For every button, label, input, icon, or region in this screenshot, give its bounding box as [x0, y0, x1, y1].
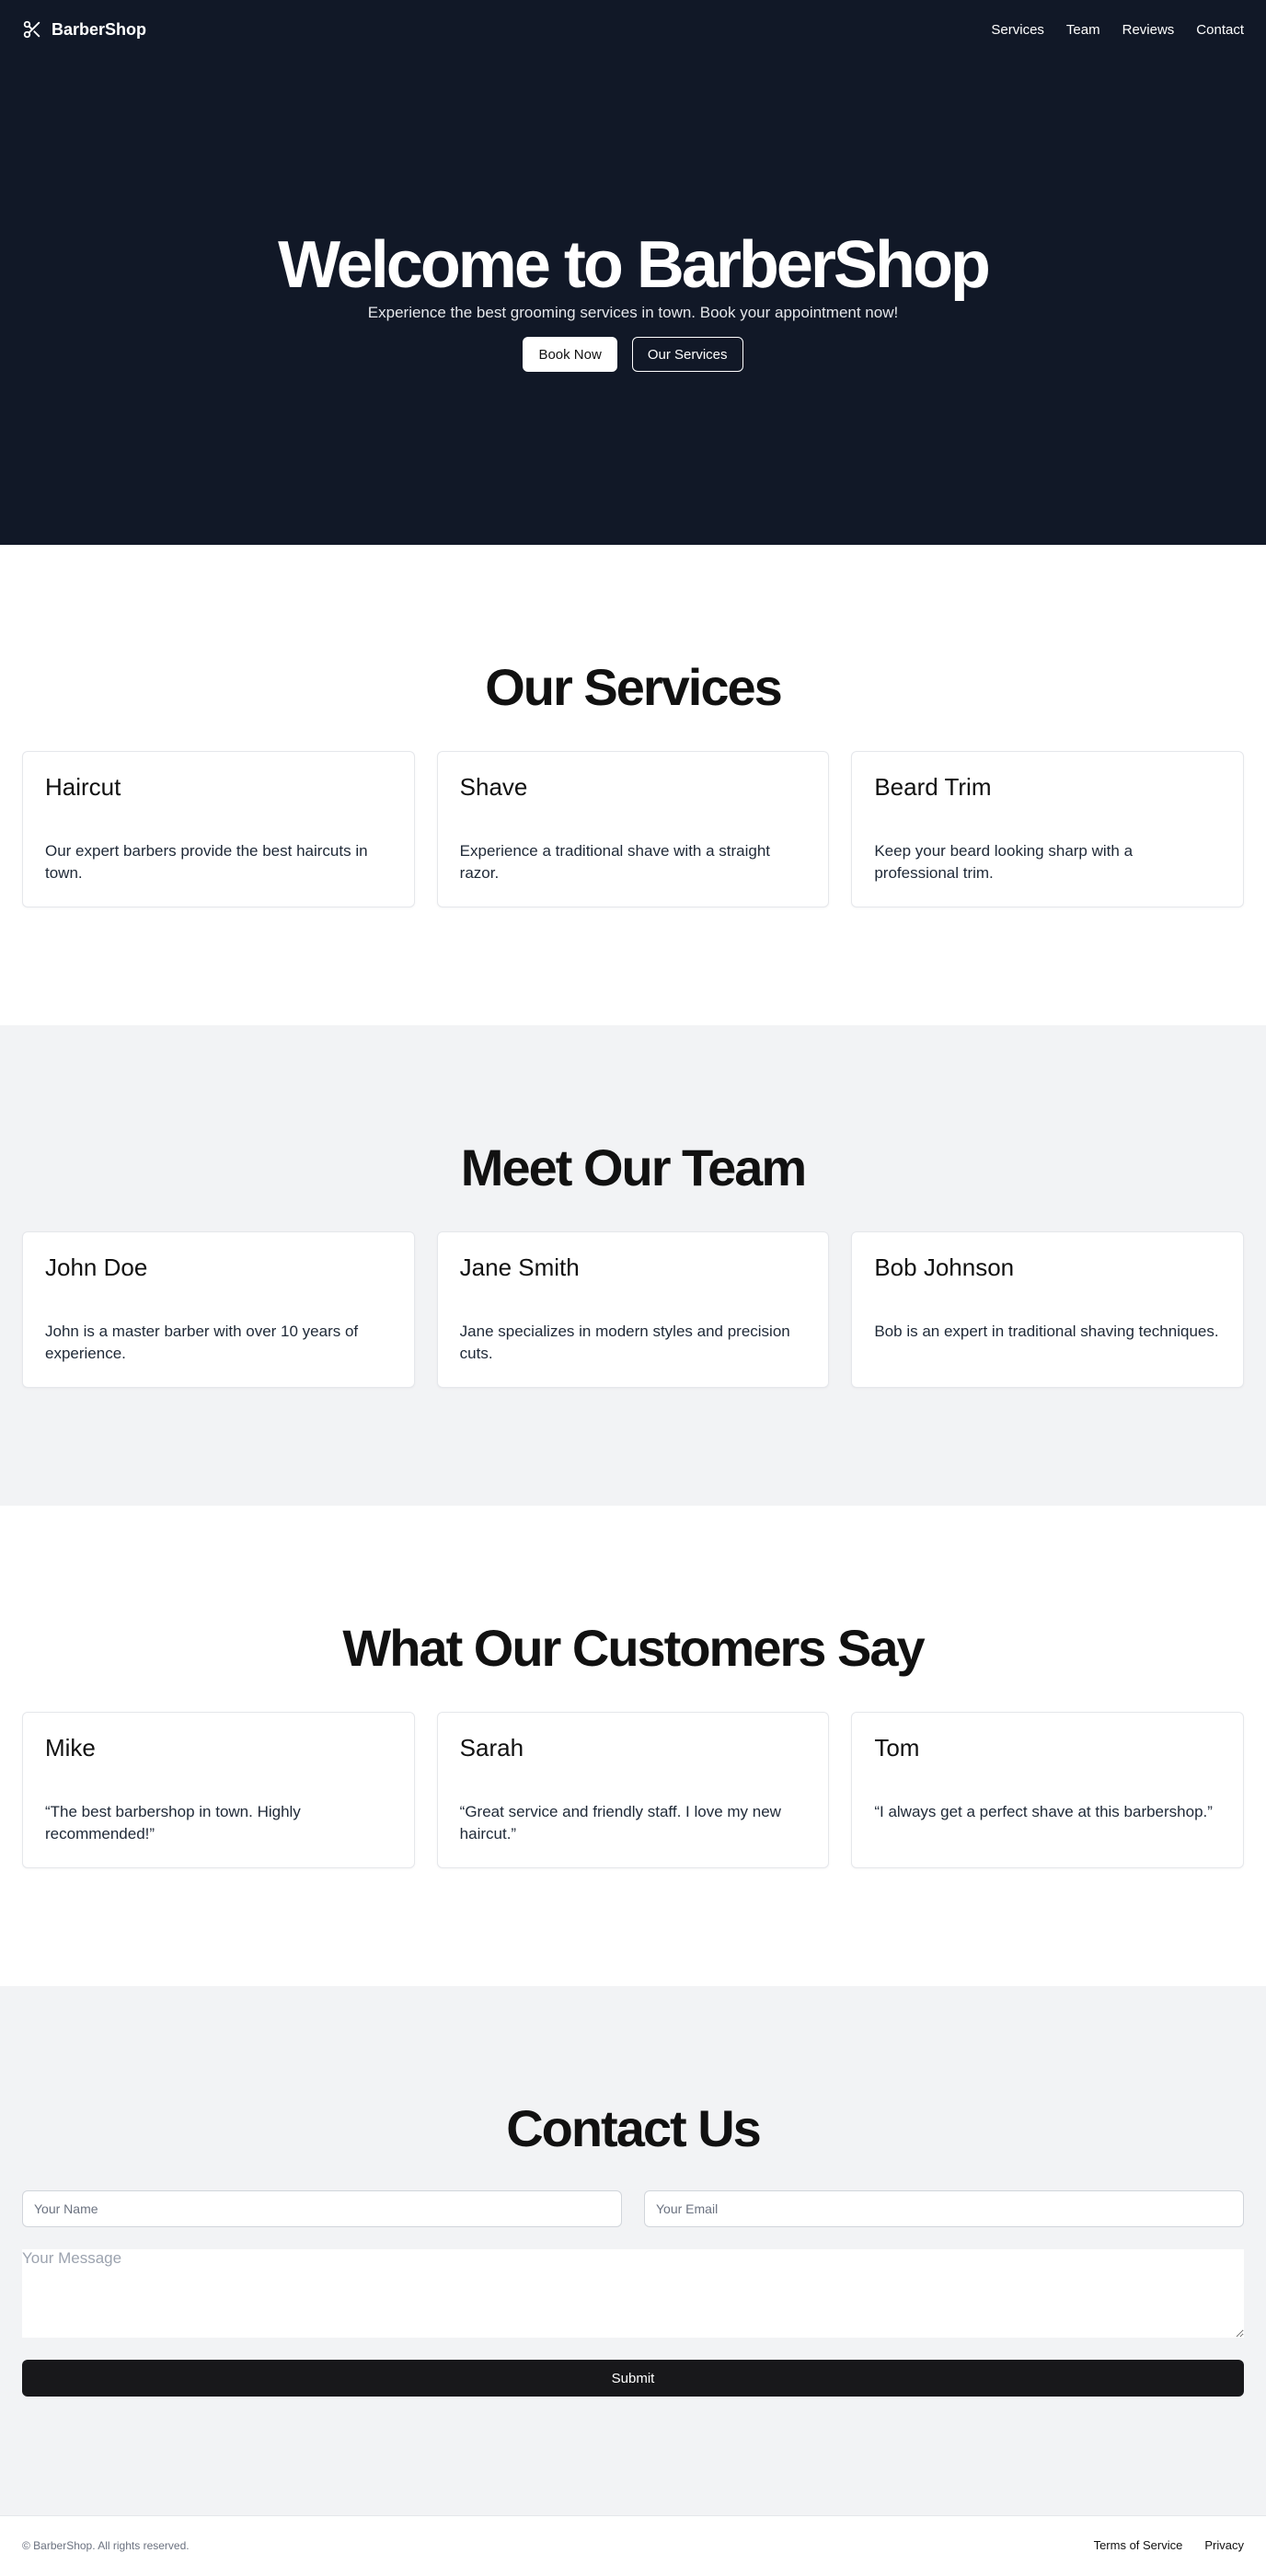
- brand-name: BarberShop: [52, 19, 147, 39]
- hero-content: Welcome to BarberShop Experience the bes…: [0, 228, 1266, 372]
- card-title: Haircut: [45, 773, 121, 801]
- contact-section: Contact Us Submit: [0, 1986, 1266, 2515]
- hero-title: Welcome to BarberShop: [278, 228, 991, 302]
- nav-link-reviews[interactable]: Reviews: [1122, 22, 1175, 38]
- main-nav: Services Team Reviews Contact: [991, 22, 1244, 38]
- card-title: Sarah: [459, 1734, 524, 1762]
- name-input[interactable]: [22, 2190, 622, 2227]
- message-textarea[interactable]: [22, 2249, 1244, 2338]
- nav-link-team[interactable]: Team: [1066, 22, 1100, 38]
- card-text: Keep your beard looking sharp with a pro…: [874, 842, 1134, 882]
- contact-form-row: [22, 2190, 1244, 2227]
- contact-form: Submit: [22, 2190, 1244, 2397]
- review-card: Mike “The best barbershop in town. Highl…: [22, 1712, 415, 1868]
- privacy-link[interactable]: Privacy: [1204, 2538, 1244, 2552]
- nav-link-services[interactable]: Services: [991, 22, 1044, 38]
- service-card: Haircut Our expert barbers provide the b…: [22, 751, 415, 907]
- team-cards: John Doe John is a master barber with ov…: [22, 1231, 1245, 1388]
- card-text: Our expert barbers provide the best hair…: [45, 842, 368, 882]
- card-title: Jane Smith: [459, 1253, 580, 1281]
- card-title: Beard Trim: [874, 773, 992, 801]
- card-text: Experience a traditional shave with a st…: [459, 842, 771, 882]
- footer-links: Terms of Service Privacy: [1094, 2538, 1244, 2552]
- footer: © BarberShop. All rights reserved. Terms…: [0, 2515, 1266, 2574]
- book-now-button[interactable]: Book Now: [523, 337, 617, 372]
- hero-subtitle: Experience the best grooming services in…: [367, 304, 899, 321]
- hero-section: BarberShop Services Team Reviews Contact…: [0, 0, 1266, 545]
- card-title: Bob Johnson: [874, 1253, 1015, 1281]
- reviews-title: What Our Customers Say: [342, 1619, 925, 1677]
- services-section: Our Services Haircut Our expert barbers …: [0, 545, 1266, 1025]
- team-card: John Doe John is a master barber with ov…: [22, 1231, 415, 1388]
- email-input[interactable]: [644, 2190, 1244, 2227]
- card-title: Tom: [874, 1734, 920, 1762]
- card-text: Jane specializes in modern styles and pr…: [459, 1323, 790, 1362]
- reviews-cards: Mike “The best barbershop in town. Highl…: [22, 1712, 1245, 1868]
- team-card: Jane Smith Jane specializes in modern st…: [436, 1231, 830, 1388]
- reviews-section: What Our Customers Say Mike “The best ba…: [0, 1506, 1266, 1986]
- service-card: Shave Experience a traditional shave wit…: [436, 751, 830, 907]
- service-card: Beard Trim Keep your beard looking sharp…: [851, 751, 1245, 907]
- our-services-button[interactable]: Our Services: [631, 337, 743, 372]
- nav-link-contact[interactable]: Contact: [1196, 22, 1244, 38]
- contact-title: Contact Us: [506, 2099, 762, 2157]
- hero-buttons: Book Now Our Services: [0, 337, 1266, 372]
- submit-button[interactable]: Submit: [22, 2360, 1244, 2397]
- card-text: “I always get a perfect shave at this ba…: [874, 1803, 1213, 1820]
- card-text: “Great service and friendly staff. I lov…: [459, 1803, 781, 1842]
- services-title: Our Services: [485, 658, 783, 716]
- team-card: Bob Johnson Bob is an expert in traditio…: [851, 1231, 1245, 1388]
- terms-link[interactable]: Terms of Service: [1094, 2538, 1183, 2552]
- team-section: Meet Our Team John Doe John is a master …: [0, 1025, 1266, 1506]
- review-card: Tom “I always get a perfect shave at thi…: [851, 1712, 1245, 1868]
- card-text: Bob is an expert in traditional shaving …: [874, 1323, 1219, 1340]
- card-title: John Doe: [45, 1253, 148, 1281]
- brand[interactable]: BarberShop: [22, 19, 146, 40]
- card-text: John is a master barber with over 10 yea…: [45, 1323, 359, 1362]
- scissors-icon: [22, 19, 42, 40]
- copyright-text: © BarberShop. All rights reserved.: [22, 2538, 190, 2552]
- card-title: Shave: [459, 773, 528, 801]
- review-card: Sarah “Great service and friendly staff.…: [436, 1712, 830, 1868]
- top-nav-bar: BarberShop Services Team Reviews Contact: [0, 0, 1266, 59]
- team-title: Meet Our Team: [460, 1138, 807, 1196]
- services-cards: Haircut Our expert barbers provide the b…: [22, 751, 1245, 907]
- card-title: Mike: [45, 1734, 96, 1762]
- card-text: “The best barbershop in town. Highly rec…: [45, 1803, 301, 1842]
